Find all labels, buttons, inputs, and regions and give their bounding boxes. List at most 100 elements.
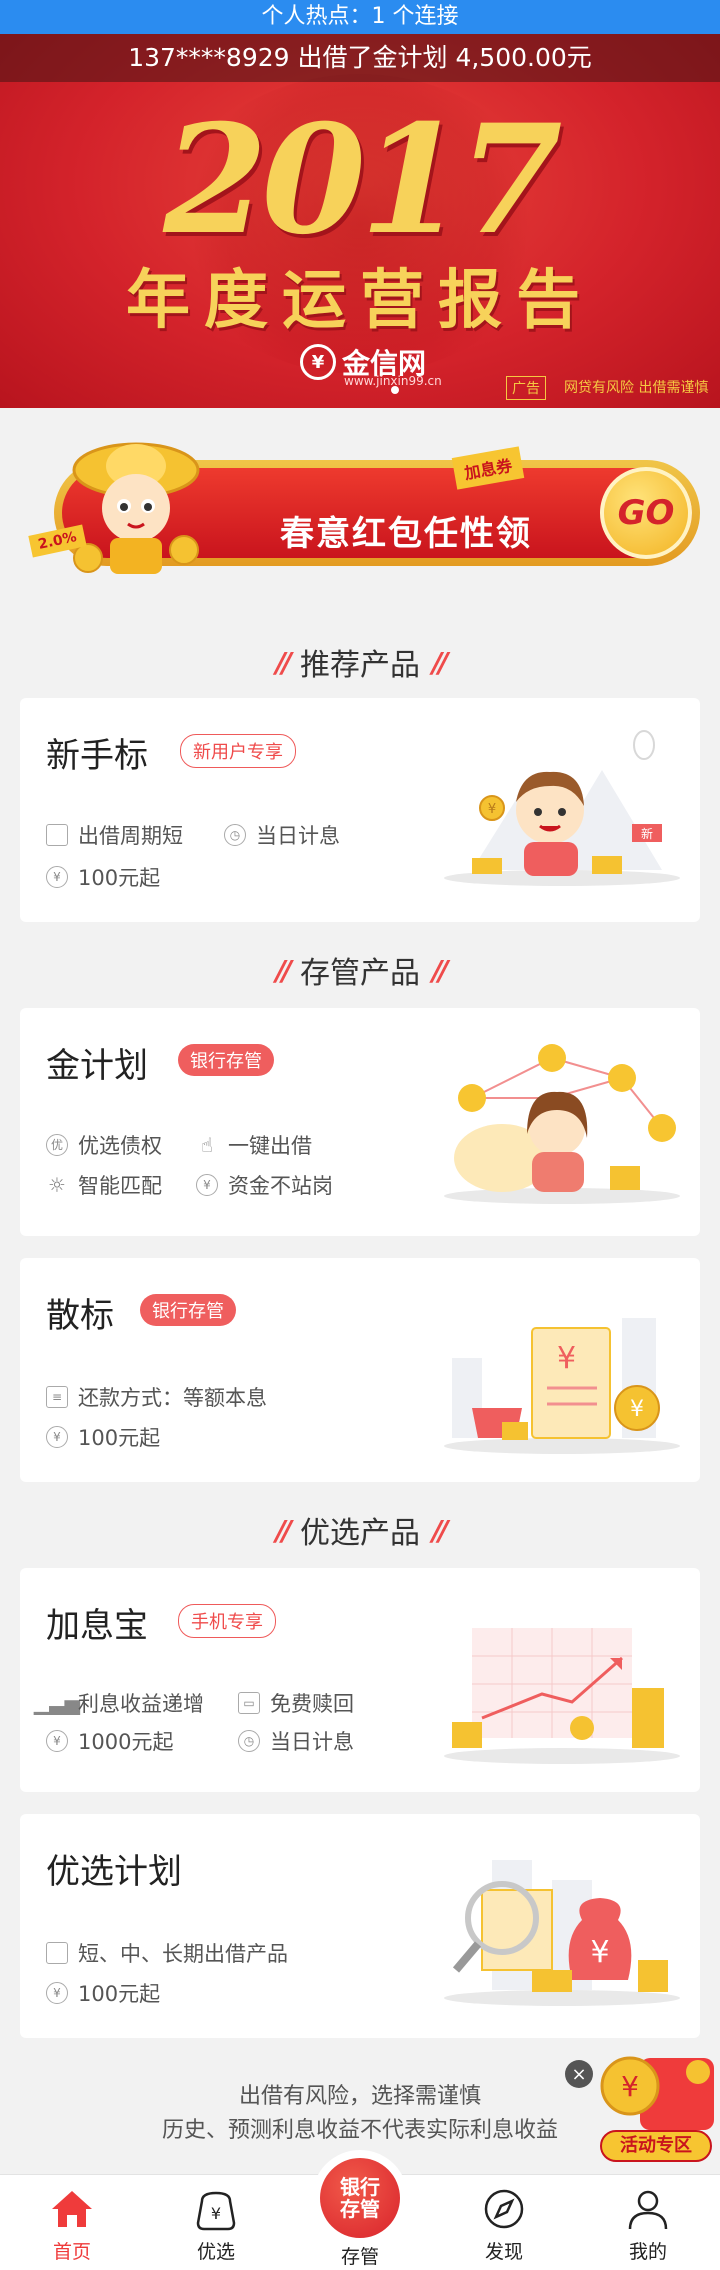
section-title-recommended: // 推荐产品 // [0,640,720,684]
center-line: 存管 [340,2197,380,2221]
feature-item: 出借周期短 [46,820,183,850]
bank-custody-badge: 银行存管 [178,1044,274,1076]
banner-headline: 年度运营报告 [126,263,594,338]
section-label: 存管产品 [300,956,420,991]
feature-item: ¥ 1000元起 [46,1726,173,1756]
svg-text:¥: ¥ [630,1397,644,1422]
card-title: 加息宝 [46,1606,148,1646]
selected-plan-illustration-icon: ¥ [444,1860,680,2006]
slash-decor-icon: // [432,953,449,987]
feature-item: ◷ 当日计息 [238,1726,354,1756]
tab-label: 首页 [52,2241,91,2263]
card-icon: ▭ [238,1692,260,1714]
tab-mine[interactable]: 我的 [576,2175,720,2270]
home-icon [52,2191,92,2227]
feature-label: 1000元起 [78,1730,174,1754]
slash-decor-icon: // [432,1513,449,1547]
feature-label: 优选债权 [78,1134,162,1158]
tab-discover[interactable]: 发现 [432,2175,576,2270]
feature-item: ≡ 还款方式：等额本息 [46,1382,267,1412]
feature-item: 优 优选债权 [46,1130,162,1160]
svg-text:¥: ¥ [557,1341,576,1376]
bar-chart-icon: ▁▃▅ [33,1691,81,1715]
stopwatch-icon: ◷ [224,824,246,846]
tab-label: 我的 [628,2241,667,2263]
newbie-illustration-icon: ¥ 新 [444,730,680,886]
feature-label: 一键出借 [228,1134,312,1158]
card-title: 优选计划 [46,1852,182,1892]
promo-go-button[interactable]: GO [600,467,692,559]
feature-label: 资金不站岗 [228,1174,333,1198]
promo-text: 春意红包任性领 [280,514,532,554]
premium-icon: 优 [46,1134,68,1156]
newbie-badge: 新用户专享 [180,734,296,768]
gold-plan-illustration-icon [444,1044,680,1204]
svg-text:¥: ¥ [488,802,496,817]
feature-item: ¥ 资金不站岗 [196,1170,333,1200]
svg-text:¥: ¥ [621,2070,639,2103]
calendar-icon [46,1942,68,1964]
product-card-newbie[interactable]: 新手标 新用户专享 出借周期短 ◷ 当日计息 ¥ 100元起 ¥ 新 [20,698,700,922]
feature-label: 当日计息 [270,1730,354,1754]
feature-label: 100元起 [78,1426,161,1450]
feature-label: 100元起 [78,866,161,890]
tab-label: 优选 [196,2241,235,2263]
tab-label: 发现 [484,2241,523,2263]
section-label: 推荐产品 [300,648,420,683]
slash-decor-icon: // [275,1513,293,1547]
hotspot-status-bar: 个人热点：1 个连接 [0,0,720,34]
feature-item: ☼ 智能匹配 [46,1170,162,1200]
feature-label: 当日计息 [256,824,340,848]
activity-zone-label[interactable]: 活动专区 [600,2130,712,2162]
feature-item: ▁▃▅ 利息收益递增 [33,1688,204,1718]
feature-label: 利息收益递增 [78,1692,204,1716]
feature-item: ¥ 100元起 [46,1978,160,2008]
feature-label: 还款方式：等额本息 [78,1386,267,1410]
section-title-custody: // 存管产品 // [0,948,720,992]
wallet-icon: ¥ [196,2191,236,2231]
tab-bank-custody[interactable]: 银行 存管 [312,2150,408,2246]
yuan-icon: ¥ [46,866,68,888]
list-icon: ≡ [46,1386,68,1408]
tab-home[interactable]: 首页 [0,2175,144,2270]
close-icon[interactable]: × [565,2060,593,2088]
feature-item: ☝ 一键出借 [196,1130,312,1160]
annual-report-banner[interactable]: 137****8929 出借了金计划 4,500.00元 2017 年度运营报告… [0,34,720,408]
user-icon [628,2190,668,2230]
calendar-icon [46,824,68,846]
product-card-jiaxibao[interactable]: 加息宝 手机专享 ▁▃▅ 利息收益递增 ▭ 免费赎回 ¥ 1000元起 ◷ 当日… [20,1568,700,1792]
feature-label: 短、中、长期出借产品 [78,1942,288,1966]
brand-coin-icon: ¥ [300,344,336,380]
jiaxibao-illustration-icon [444,1628,680,1764]
stopwatch-icon: ◷ [238,1730,260,1752]
feature-item: ◷ 当日计息 [224,820,340,850]
lightbulb-icon: ☼ [48,1173,66,1197]
feature-label: 100元起 [78,1982,161,2006]
feature-item: ¥ 100元起 [46,862,160,892]
product-card-selected-plan[interactable]: 优选计划 短、中、长期出借产品 ¥ 100元起 ¥ [20,1814,700,2038]
tap-hand-icon: ☝ [200,1133,214,1157]
bank-custody-badge: 银行存管 [140,1294,236,1326]
center-line: 银行 [340,2175,380,2199]
card-title: 新手标 [46,736,148,776]
compass-icon [484,2189,524,2229]
bank-custody-button[interactable]: 银行 存管 [320,2158,400,2238]
activity-zone-widget[interactable]: ¥ 活动专区 [600,2050,718,2162]
tab-custody-label: 存管 [340,2246,379,2268]
ad-tag: 广告 [506,376,546,400]
tab-selected[interactable]: ¥ 优选 [144,2175,288,2270]
investment-ticker: 137****8929 出借了金计划 4,500.00元 [0,34,720,82]
feature-label: 免费赎回 [270,1692,354,1716]
carousel-indicator[interactable] [391,386,399,394]
banner-year: 2017 [163,92,562,268]
slash-decor-icon: // [432,645,449,679]
product-card-gold-plan[interactable]: 金计划 银行存管 优 优选债权 ☝ 一键出借 ☼ 智能匹配 ¥ 资金不站岗 [20,1008,700,1236]
feature-label: 出借周期短 [78,824,183,848]
section-title-selected: // 优选产品 // [0,1508,720,1552]
feature-item: ▭ 免费赎回 [238,1688,354,1718]
feature-item: ¥ 100元起 [46,1422,160,1452]
red-packet-promo[interactable]: 2.0% 加息券 春意红包任性领 GO [28,430,700,590]
product-card-loose-loan[interactable]: 散标 银行存管 ≡ 还款方式：等额本息 ¥ 100元起 ¥ ¥ [20,1258,700,1482]
feature-item: 短、中、长期出借产品 [46,1938,288,1968]
red-packet-icon: ¥ [600,2056,714,2130]
